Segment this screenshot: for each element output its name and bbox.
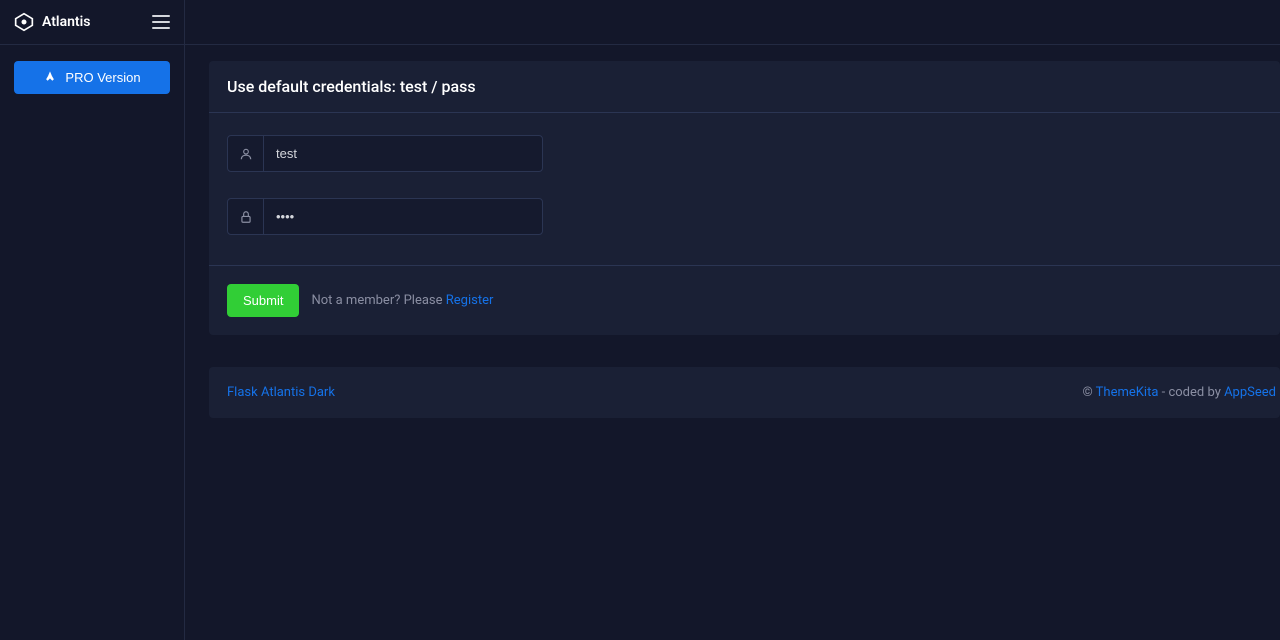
submit-button[interactable]: Submit xyxy=(227,284,299,317)
sidebar-topbar: Atlantis xyxy=(0,0,184,45)
main: Use default credentials: test / pass xyxy=(185,0,1280,640)
register-link[interactable]: Register xyxy=(446,293,494,308)
username-input[interactable] xyxy=(264,136,542,171)
password-group xyxy=(227,198,543,235)
pro-version-label: PRO Version xyxy=(65,70,140,85)
footer-right: © ThemeKita - coded by AppSeed xyxy=(1082,385,1280,400)
not-member-text: Not a member? Please xyxy=(311,293,445,308)
card-footer: Submit Not a member? Please Register xyxy=(209,265,1280,335)
brand-name: Atlantis xyxy=(42,14,90,30)
brand[interactable]: Atlantis xyxy=(14,12,90,32)
sidebar-body: PRO Version xyxy=(0,45,184,110)
register-prompt: Not a member? Please Register xyxy=(311,293,493,308)
content: Use default credentials: test / pass xyxy=(185,45,1280,418)
copyright-symbol: © xyxy=(1082,385,1095,400)
card-header: Use default credentials: test / pass xyxy=(209,61,1280,113)
rocket-icon xyxy=(43,71,57,85)
login-card: Use default credentials: test / pass xyxy=(209,61,1280,335)
card-body xyxy=(209,113,1280,265)
footer-left-link[interactable]: Flask Atlantis Dark xyxy=(209,385,335,400)
user-icon xyxy=(228,136,264,171)
menu-toggle-icon[interactable] xyxy=(152,11,170,33)
page-footer: Flask Atlantis Dark © ThemeKita - coded … xyxy=(209,367,1280,418)
password-input[interactable] xyxy=(264,199,542,234)
pro-version-button[interactable]: PRO Version xyxy=(14,61,170,94)
coded-by-text: - coded by xyxy=(1158,385,1224,400)
brand-logo-icon xyxy=(14,12,34,32)
username-group xyxy=(227,135,543,172)
appseed-link[interactable]: AppSeed xyxy=(1224,385,1276,400)
sidebar: Atlantis PRO Version xyxy=(0,0,185,640)
themekita-link[interactable]: ThemeKita xyxy=(1096,385,1159,400)
topbar-spacer xyxy=(185,0,1280,45)
lock-icon xyxy=(228,199,264,234)
